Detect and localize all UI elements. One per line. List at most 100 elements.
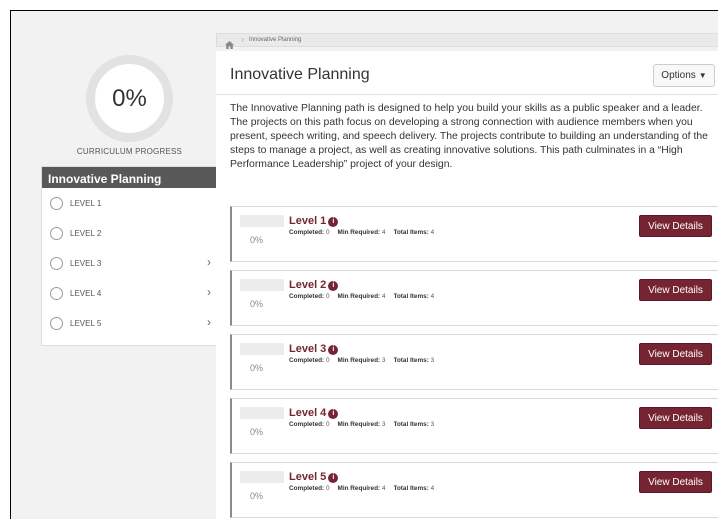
info-icon[interactable]: i <box>328 281 339 291</box>
path-title: Innovative Planning <box>42 167 217 188</box>
path-description: The Innovative Planning path is designed… <box>230 103 708 170</box>
title-divider <box>216 94 718 95</box>
level-stats: Completed: 0 Min Required: 4 Total Items: … <box>289 293 434 300</box>
total-items-value: 3 <box>430 357 435 364</box>
breadcrumb: › Innovative Planning <box>216 33 718 49</box>
completed-value: 0 <box>325 421 330 428</box>
min-required-label: Min Required: <box>337 421 381 428</box>
curriculum-progress-label: CURRICULUM PROGRESS <box>76 147 183 156</box>
main-content: Innovative Planning Options ▼ The Innova… <box>216 51 718 519</box>
level-progress-bar <box>240 407 284 419</box>
breadcrumb-separator-icon: › <box>241 34 244 44</box>
completed-value: 0 <box>325 293 330 300</box>
level-progress-percent: 0% <box>250 427 264 437</box>
curriculum-progress-value: 0% <box>112 84 147 112</box>
sidebar-level-label: LEVEL 5 <box>70 319 102 328</box>
level-card: 0% Level 5 i Completed: 0 Min Required: 4 Tot… <box>230 462 718 518</box>
view-details-button[interactable]: View Details <box>639 215 712 237</box>
level-title-text: Level 3 <box>289 343 327 355</box>
level-card: 0% Level 1 i Completed: 0 Min Required: 4 Tot… <box>230 206 718 262</box>
total-items-label: Total Items: <box>393 293 429 300</box>
info-icon[interactable]: i <box>328 409 339 419</box>
level-title[interactable]: Level 5i <box>289 471 339 483</box>
options-button[interactable]: Options ▼ <box>653 64 715 87</box>
path-level-nav: Innovative Planning LEVEL 1 LEVEL 2 LEVEL … <box>41 166 218 346</box>
page-title: Innovative Planning <box>230 66 370 83</box>
view-details-button[interactable]: View Details <box>639 343 712 365</box>
level-title-text: Level 2 <box>289 279 327 291</box>
min-required-value: 4 <box>381 229 386 236</box>
sidebar-level-label: LEVEL 3 <box>70 259 102 268</box>
level-progress-bar <box>240 215 284 227</box>
radio-circle-icon[interactable] <box>50 317 63 330</box>
radio-circle-icon[interactable] <box>50 287 63 300</box>
level-progress-bar <box>240 471 284 483</box>
completed-label: Completed: <box>289 357 325 364</box>
total-items-label: Total Items: <box>393 229 429 236</box>
sidebar-level-item[interactable]: LEVEL 4 › <box>42 278 217 308</box>
total-items-label: Total Items: <box>393 421 429 428</box>
sidebar-level-label: LEVEL 2 <box>70 229 102 238</box>
total-items-value: 4 <box>430 229 435 236</box>
total-items-value: 3 <box>430 421 435 428</box>
curriculum-progress-ring: 0% <box>86 55 173 142</box>
level-card: 0% Level 4 i Completed: 0 Min Required: 3 Tot… <box>230 398 718 454</box>
min-required-label: Min Required: <box>337 293 381 300</box>
view-details-button[interactable]: View Details <box>639 279 712 301</box>
caret-down-icon: ▼ <box>698 71 707 80</box>
level-title[interactable]: Level 1i <box>289 215 339 227</box>
min-required-value: 3 <box>381 421 386 428</box>
completed-label: Completed: <box>289 421 325 428</box>
sidebar-level-label: LEVEL 4 <box>70 289 102 298</box>
min-required-value: 4 <box>381 485 386 492</box>
level-progress-bar <box>240 279 284 291</box>
radio-circle-icon[interactable] <box>50 197 63 210</box>
min-required-label: Min Required: <box>337 485 381 492</box>
total-items-value: 4 <box>430 485 435 492</box>
sidebar-level-item[interactable]: LEVEL 2 <box>42 218 217 248</box>
level-stats: Completed: 0 Min Required: 3 Total Items: … <box>289 357 434 364</box>
breadcrumb-current: Innovative Planning <box>249 37 302 43</box>
info-icon[interactable]: i <box>328 217 339 227</box>
view-details-button[interactable]: View Details <box>639 407 712 429</box>
completed-label: Completed: <box>289 293 325 300</box>
sidebar-level-item[interactable]: LEVEL 5 › <box>42 308 217 338</box>
min-required-label: Min Required: <box>337 229 381 236</box>
total-items-label: Total Items: <box>393 485 429 492</box>
level-stats: Completed: 0 Min Required: 4 Total Items: … <box>289 229 434 236</box>
min-required-label: Min Required: <box>337 357 381 364</box>
chevron-right-icon[interactable]: › <box>207 315 211 329</box>
level-stats: Completed: 0 Min Required: 3 Total Items: … <box>289 421 434 428</box>
radio-circle-icon[interactable] <box>50 257 63 270</box>
level-progress-bar <box>240 343 284 355</box>
completed-value: 0 <box>325 229 330 236</box>
level-progress-percent: 0% <box>250 491 264 501</box>
info-icon[interactable]: i <box>328 345 339 355</box>
radio-circle-icon[interactable] <box>50 227 63 240</box>
total-items-value: 4 <box>430 293 435 300</box>
info-icon[interactable]: i <box>328 473 339 483</box>
completed-label: Completed: <box>289 485 325 492</box>
level-title[interactable]: Level 3i <box>289 343 339 355</box>
completed-value: 0 <box>325 357 330 364</box>
app-frame: 0% CURRICULUM PROGRESS Innovative Planni… <box>10 10 718 519</box>
sidebar-level-item[interactable]: LEVEL 3 › <box>42 248 217 278</box>
sidebar-level-label: LEVEL 1 <box>70 199 102 208</box>
sidebar: 0% CURRICULUM PROGRESS Innovative Planni… <box>11 11 218 519</box>
level-progress-percent: 0% <box>250 235 264 245</box>
level-title[interactable]: Level 4i <box>289 407 339 419</box>
min-required-value: 4 <box>381 293 386 300</box>
total-items-label: Total Items: <box>393 357 429 364</box>
chevron-right-icon[interactable]: › <box>207 285 211 299</box>
chevron-right-icon[interactable]: › <box>207 255 211 269</box>
sidebar-level-item[interactable]: LEVEL 1 <box>42 188 217 218</box>
level-title-text: Level 1 <box>289 215 327 227</box>
level-progress-percent: 0% <box>250 363 264 373</box>
view-details-button[interactable]: View Details <box>639 471 712 493</box>
level-card: 0% Level 3 i Completed: 0 Min Required: 3 Tot… <box>230 334 718 390</box>
level-progress-percent: 0% <box>250 299 264 309</box>
level-title-text: Level 5 <box>289 471 327 483</box>
level-title[interactable]: Level 2i <box>289 279 339 291</box>
completed-label: Completed: <box>289 229 325 236</box>
level-card: 0% Level 2 i Completed: 0 Min Required: 4 Tot… <box>230 270 718 326</box>
